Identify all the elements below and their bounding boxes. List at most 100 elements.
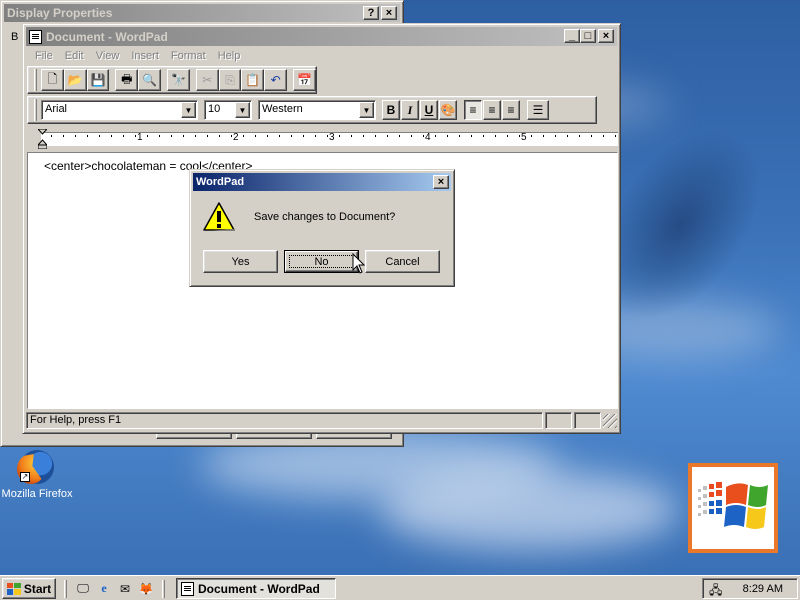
warning-icon bbox=[203, 202, 235, 231]
ruler-tick bbox=[519, 135, 520, 137]
start-label: Start bbox=[23, 581, 52, 596]
display-properties-titlebar[interactable]: Display Properties ? × bbox=[4, 4, 400, 22]
no-button-label: No bbox=[314, 255, 329, 268]
menu-help[interactable]: Help bbox=[212, 50, 247, 62]
status-pane bbox=[574, 412, 601, 429]
windows-flag-icon bbox=[6, 582, 21, 595]
print-icon[interactable]: 🖶 bbox=[115, 69, 139, 91]
desktop-icon-firefox[interactable]: Mozilla Firefox bbox=[0, 450, 74, 500]
firefox-icon[interactable]: 🦊 bbox=[137, 580, 155, 598]
clock[interactable]: 8:29 AM bbox=[743, 583, 783, 595]
color-icon[interactable]: 🎨 bbox=[439, 100, 457, 120]
wordpad-doc-icon bbox=[181, 581, 194, 596]
ruler-tick bbox=[483, 135, 484, 137]
taskbar-button-label: Document - WordPad bbox=[198, 581, 320, 596]
paste-icon[interactable]: 📋 bbox=[241, 69, 265, 91]
menu-bar: File Edit View Insert Format Help bbox=[29, 47, 246, 65]
ruler-tick bbox=[75, 135, 76, 137]
close-button[interactable]: × bbox=[598, 29, 614, 43]
ruler-tick bbox=[351, 135, 352, 137]
open-icon[interactable]: 📂 bbox=[63, 69, 87, 91]
window-title: Document - WordPad bbox=[46, 29, 168, 44]
outlook-icon[interactable]: ✉ bbox=[116, 580, 134, 598]
dialog-message: Save changes to Document? bbox=[254, 211, 396, 223]
ruler-tick bbox=[291, 135, 292, 137]
ruler-tick bbox=[159, 135, 160, 137]
ruler-tick bbox=[315, 135, 316, 137]
menu-insert[interactable]: Insert bbox=[125, 50, 165, 62]
ruler-tick bbox=[447, 135, 448, 137]
ruler[interactable]: 1 2 3 4 5 bbox=[27, 128, 618, 150]
taskbar: Start 🖵 e ✉ 🦊 Document - WordPad 🖧 8:29 … bbox=[0, 575, 800, 600]
start-button[interactable]: Start bbox=[2, 578, 56, 599]
ruler-tick bbox=[591, 135, 592, 137]
script-value: Western bbox=[262, 103, 303, 115]
ruler-tick bbox=[195, 135, 196, 137]
menu-view[interactable]: View bbox=[90, 50, 126, 62]
ruler-tick bbox=[531, 135, 532, 137]
ruler-tick bbox=[339, 135, 340, 137]
align-right-icon[interactable]: ≡ bbox=[502, 100, 520, 120]
close-button[interactable]: × bbox=[433, 175, 449, 189]
status-text: For Help, press F1 bbox=[26, 412, 543, 429]
new-icon[interactable]: 🗋 bbox=[40, 69, 64, 91]
no-button[interactable]: No bbox=[284, 250, 359, 273]
ruler-tick bbox=[387, 135, 388, 137]
bold-icon[interactable]: B bbox=[382, 100, 400, 120]
indent-marker-icon[interactable] bbox=[38, 129, 47, 149]
menu-edit[interactable]: Edit bbox=[59, 50, 90, 62]
ruler-number: 3 bbox=[329, 132, 335, 143]
ruler-tick bbox=[267, 135, 268, 137]
dialog-titlebar[interactable]: WordPad × bbox=[193, 173, 451, 191]
cancel-button[interactable]: Cancel bbox=[365, 250, 440, 273]
chevron-down-icon[interactable]: ▼ bbox=[235, 102, 250, 118]
bullets-icon[interactable]: ☰ bbox=[527, 100, 549, 120]
insert-datetime-icon[interactable]: 📅 bbox=[293, 69, 316, 91]
help-button[interactable]: ? bbox=[363, 6, 379, 20]
save-changes-dialog[interactable]: WordPad × Save changes to Document? Yes … bbox=[189, 169, 455, 287]
ruler-tick bbox=[399, 135, 400, 137]
ruler-tick bbox=[471, 135, 472, 137]
network-icon[interactable]: 🖧 bbox=[709, 581, 725, 597]
wordpad-titlebar[interactable]: Document - WordPad _ □ × bbox=[26, 27, 617, 46]
minimize-button[interactable]: _ bbox=[564, 29, 580, 43]
tab-background[interactable]: B bbox=[11, 31, 18, 43]
ruler-tick bbox=[507, 135, 508, 137]
wordpad-doc-icon bbox=[29, 29, 42, 44]
standard-toolbar: 🗋 📂 💾 🖶 🔍 🔭 ✂ ⎘ 📋 ↶ 📅 bbox=[27, 66, 317, 94]
script-select[interactable]: Western ▼ bbox=[258, 100, 376, 120]
chevron-down-icon[interactable]: ▼ bbox=[359, 102, 374, 118]
align-left-icon[interactable]: ≡ bbox=[464, 100, 482, 120]
cut-icon[interactable]: ✂ bbox=[195, 69, 219, 91]
copy-icon[interactable]: ⎘ bbox=[218, 69, 242, 91]
underline-icon[interactable]: U bbox=[420, 100, 438, 120]
align-center-icon[interactable]: ≡ bbox=[483, 100, 501, 120]
yes-button[interactable]: Yes bbox=[203, 250, 278, 273]
taskbar-button-wordpad[interactable]: Document - WordPad bbox=[176, 578, 336, 599]
font-name-select[interactable]: Arial ▼ bbox=[41, 100, 198, 120]
ruler-tick bbox=[87, 135, 88, 137]
close-button[interactable]: × bbox=[381, 6, 397, 20]
resize-grip-icon[interactable] bbox=[603, 413, 617, 428]
ruler-tick bbox=[567, 135, 568, 137]
show-desktop-icon[interactable]: 🖵 bbox=[74, 580, 92, 598]
ruler-tick bbox=[207, 135, 208, 137]
font-size-select[interactable]: 10 ▼ bbox=[204, 100, 252, 120]
status-pane bbox=[545, 412, 572, 429]
menu-file[interactable]: File bbox=[29, 50, 59, 62]
find-icon[interactable]: 🔭 bbox=[167, 69, 190, 91]
internet-explorer-icon[interactable]: e bbox=[95, 580, 113, 598]
mouse-pointer-icon bbox=[352, 253, 366, 274]
undo-icon[interactable]: ↶ bbox=[264, 69, 288, 91]
ruler-tick bbox=[435, 135, 436, 137]
italic-icon[interactable]: I bbox=[401, 100, 419, 120]
print-preview-icon[interactable]: 🔍 bbox=[138, 69, 162, 91]
menu-format[interactable]: Format bbox=[165, 50, 212, 62]
ruler-tick bbox=[363, 135, 364, 137]
maximize-button[interactable]: □ bbox=[580, 29, 596, 43]
ruler-number: 5 bbox=[521, 132, 527, 143]
chevron-down-icon[interactable]: ▼ bbox=[181, 102, 196, 118]
shortcut-arrow-icon: ↗ bbox=[20, 472, 30, 482]
window-title: Display Properties bbox=[7, 6, 113, 20]
save-icon[interactable]: 💾 bbox=[86, 69, 110, 91]
